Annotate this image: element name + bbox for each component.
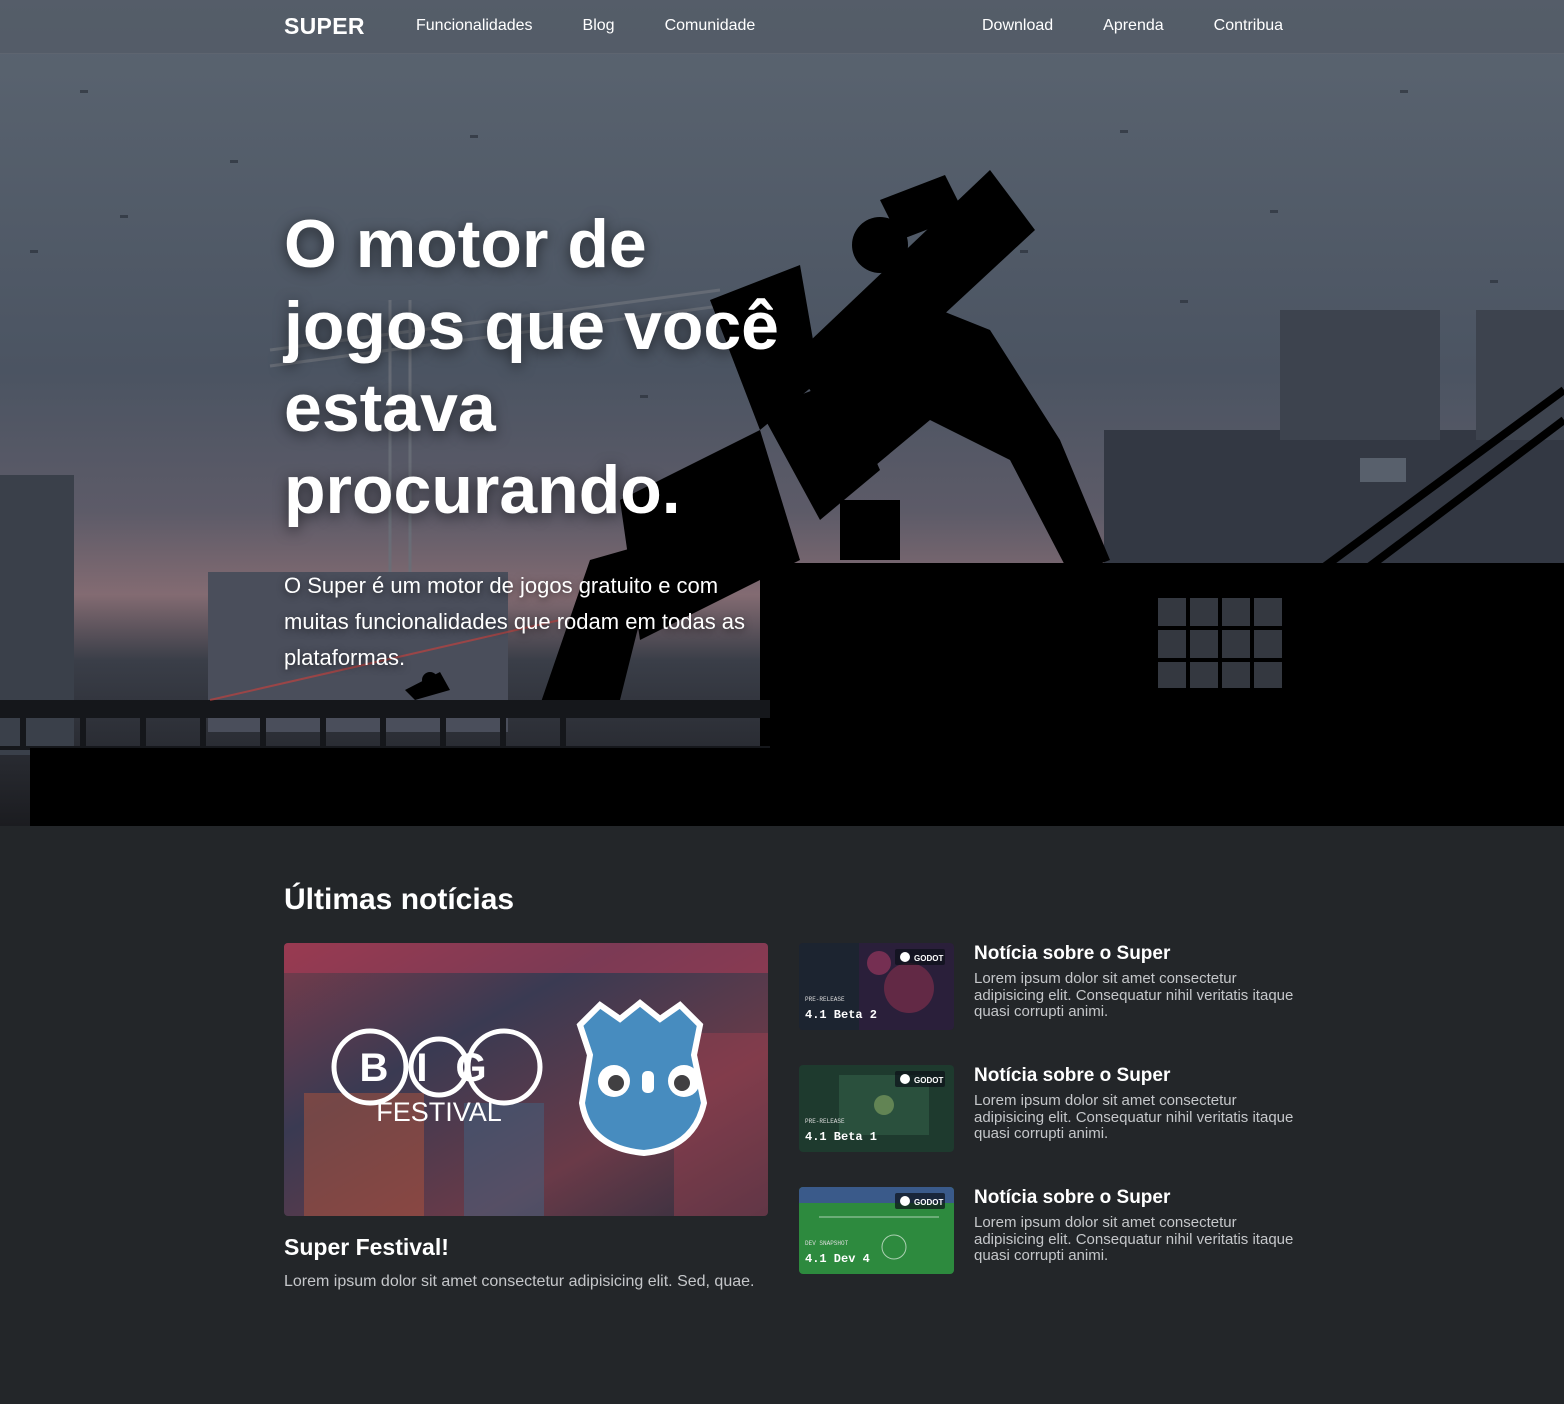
news-item[interactable]: GODOT PRE-RELEASE 4.1 Beta 2 Notícia sob…	[799, 943, 1293, 1031]
news-item[interactable]: GODOT DEV SNAPSHOT 4.1 Dev 4 Notícia sob…	[799, 1187, 1293, 1275]
news-thumbnail[interactable]: GODOT DEV SNAPSHOT 4.1 Dev 4	[799, 1187, 954, 1274]
news-item[interactable]: GODOT PRE-RELEASE 4.1 Beta 1 Notícia sob…	[799, 1065, 1293, 1153]
latest-news-section: Últimas notícias BIG FESTIVAL Super Fest…	[0, 826, 1564, 1404]
godot-logo-icon	[576, 999, 708, 1157]
news-thumbnail[interactable]: GODOT PRE-RELEASE 4.1 Beta 1	[799, 1065, 954, 1152]
nav-link-learn[interactable]: Aprenda	[1103, 17, 1164, 35]
featured-news-image[interactable]: BIG FESTIVAL	[284, 943, 768, 1216]
nav-secondary-links: Download Aprenda Contribua	[982, 17, 1283, 35]
thumb-label: 4.1 Beta 2	[805, 1008, 877, 1022]
top-navbar: SUPER Funcionalidades Blog Comunidade Do…	[0, 0, 1564, 54]
nav-link-blog[interactable]: Blog	[583, 17, 615, 35]
thumb-kicker: DEV SNAPSHOT	[805, 1240, 849, 1247]
festival-logo-letters: BIG	[359, 1046, 514, 1090]
thumb-kicker: PRE-RELEASE	[805, 1118, 845, 1125]
thumb-badge: GODOT	[914, 954, 943, 963]
news-item-text: Lorem ipsum dolor sit amet consectetur a…	[974, 970, 1294, 1020]
featured-news-card[interactable]: BIG FESTIVAL Super Festival! Lorem ipsum…	[284, 943, 768, 1291]
news-heading: Últimas notícias	[284, 883, 515, 916]
thumb-label: 4.1 Beta 1	[805, 1130, 877, 1144]
news-item-text: Lorem ipsum dolor sit amet consectetur a…	[974, 1092, 1294, 1142]
nav-link-download[interactable]: Download	[982, 17, 1053, 35]
featured-news-text: Lorem ipsum dolor sit amet consectetur a…	[284, 1273, 755, 1290]
nav-link-community[interactable]: Comunidade	[665, 17, 756, 35]
nav-link-features[interactable]: Funcionalidades	[416, 17, 533, 35]
nav-link-contribute[interactable]: Contribua	[1214, 17, 1283, 35]
featured-news-title[interactable]: Super Festival!	[284, 1234, 768, 1261]
thumb-label: 4.1 Dev 4	[805, 1252, 870, 1266]
thumb-badge: GODOT	[914, 1076, 943, 1085]
brand-logo-link[interactable]: SUPER	[284, 13, 365, 40]
hero-title: O motor de jogos que você estava procura…	[284, 206, 779, 528]
news-item-text: Lorem ipsum dolor sit amet consectetur a…	[974, 1214, 1294, 1264]
hero-section: SUPER Funcionalidades Blog Comunidade Do…	[0, 0, 1564, 826]
news-item-title[interactable]: Notícia sobre o Super	[974, 1187, 1170, 1209]
news-thumbnail[interactable]: GODOT PRE-RELEASE 4.1 Beta 2	[799, 943, 954, 1030]
thumb-kicker: PRE-RELEASE	[805, 996, 845, 1003]
news-item-title[interactable]: Notícia sobre o Super	[974, 943, 1170, 965]
thumb-badge: GODOT	[914, 1198, 943, 1207]
hero-subtitle: O Super é um motor de jogos gratuito e c…	[284, 573, 746, 670]
festival-logo-subtext: FESTIVAL	[376, 1097, 502, 1127]
nav-primary-links: Funcionalidades Blog Comunidade	[416, 17, 755, 35]
news-item-title[interactable]: Notícia sobre o Super	[974, 1065, 1170, 1087]
